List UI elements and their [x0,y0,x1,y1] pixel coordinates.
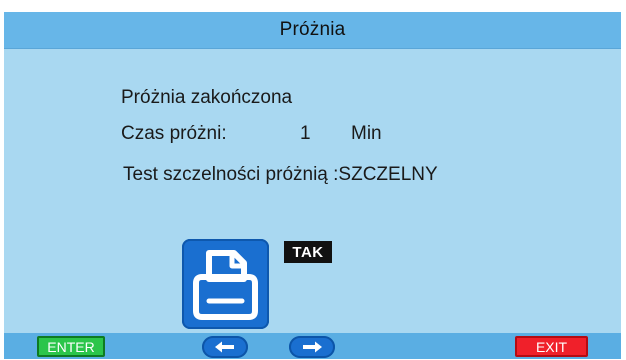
vacuum-time-label: Czas próżni: [121,123,227,144]
title-bar: Próżnia [4,12,621,49]
printer-icon [193,250,258,320]
vacuum-time-unit: Min [351,123,382,144]
vacuum-time-value: 1 [300,123,311,144]
arrow-right-button[interactable] [289,336,335,358]
page-title: Próżnia [279,19,346,40]
arrow-left-icon [215,341,234,353]
vacuum-screen: Próżnia Próżnia zakończona Czas próżni: … [4,12,621,359]
print-button[interactable] [182,239,269,329]
tak-badge: TAK [284,241,332,263]
leak-test-result: Test szczelności próżnią :SZCZELNY [123,164,438,185]
enter-button[interactable]: ENTER [37,336,105,357]
arrow-left-button[interactable] [202,336,248,358]
arrow-right-icon [303,341,322,353]
vacuum-complete-message: Próżnia zakończona [121,87,293,108]
exit-button[interactable]: EXIT [515,336,588,357]
